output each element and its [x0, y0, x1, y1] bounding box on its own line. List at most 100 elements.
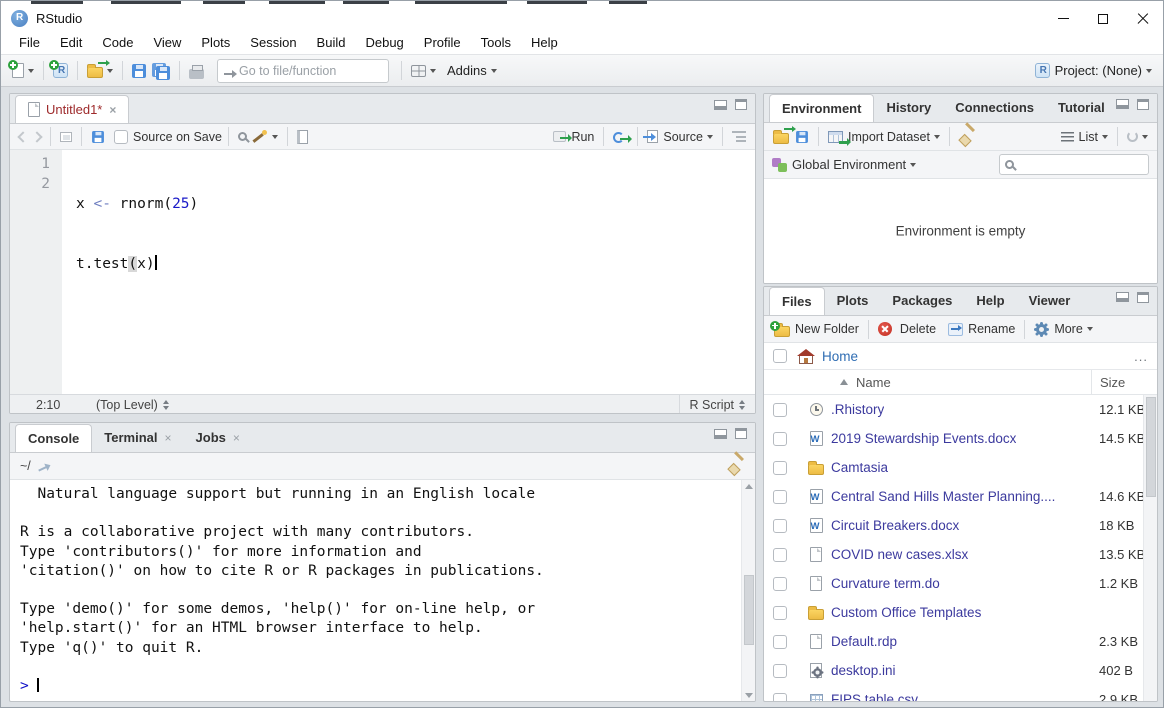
console-scrollbar[interactable] [741, 480, 755, 702]
file-row[interactable]: Default.rdp2.3 KB [764, 627, 1157, 656]
file-row[interactable]: desktop.ini402 B [764, 656, 1157, 685]
tab-help[interactable]: Help [964, 287, 1016, 315]
code-tools-button[interactable] [250, 127, 281, 147]
minimize-pane-icon[interactable] [1116, 292, 1129, 302]
pane-layout-button[interactable] [408, 62, 439, 80]
document-outline-button[interactable] [729, 128, 749, 145]
maximize-pane-icon[interactable] [735, 99, 747, 110]
menu-debug[interactable]: Debug [355, 35, 413, 50]
save-button[interactable] [129, 61, 149, 81]
scrollbar-thumb[interactable] [1146, 397, 1156, 497]
rerun-button[interactable] [610, 127, 631, 146]
tab-untitled1[interactable]: Untitled1* × [15, 95, 129, 124]
load-workspace-button[interactable] [770, 126, 792, 147]
file-checkbox[interactable] [773, 577, 787, 591]
file-row[interactable]: Curvature term.do1.2 KB [764, 569, 1157, 598]
source-button[interactable]: Source [644, 127, 716, 147]
forward-button[interactable] [30, 130, 44, 144]
maximize-pane-icon[interactable] [735, 428, 747, 439]
tab-tutorial[interactable]: Tutorial [1046, 94, 1108, 122]
file-checkbox[interactable] [773, 606, 787, 620]
list-view-button[interactable]: List [1058, 127, 1111, 147]
new-folder-button[interactable]: New Folder [771, 319, 862, 340]
scrollbar-thumb[interactable] [744, 575, 754, 645]
file-row[interactable]: Custom Office Templates [764, 598, 1157, 627]
compile-report-button[interactable] [294, 127, 311, 147]
maximize-button[interactable] [1083, 6, 1123, 31]
scope-selector[interactable]: (Top Level) [96, 398, 171, 412]
minimize-pane-icon[interactable] [714, 100, 727, 110]
tab-console[interactable]: Console [15, 424, 92, 453]
minimize-pane-icon[interactable] [714, 429, 727, 439]
tab-terminal[interactable]: Terminal× [92, 423, 183, 452]
scroll-up-icon[interactable] [745, 484, 753, 489]
addins-button[interactable]: Addins [439, 60, 500, 81]
tab-environment[interactable]: Environment [769, 94, 874, 123]
print-button[interactable] [186, 60, 207, 82]
new-file-button[interactable] [9, 60, 37, 81]
console-prompt-line[interactable]: > [20, 677, 735, 696]
file-row[interactable]: Camtasia [764, 453, 1157, 482]
breadcrumb-home-link[interactable]: Home [822, 349, 858, 364]
file-checkbox[interactable] [773, 635, 787, 649]
environment-search-input[interactable] [1019, 158, 1143, 172]
menu-session[interactable]: Session [240, 35, 306, 50]
file-row[interactable]: 2019 Stewardship Events.docx14.5 KB [764, 424, 1157, 453]
menu-edit[interactable]: Edit [50, 35, 92, 50]
column-name[interactable]: Name [840, 375, 891, 390]
goto-directory-icon[interactable] [34, 458, 48, 474]
tab-jobs[interactable]: Jobs× [184, 423, 252, 452]
tab-plots[interactable]: Plots [825, 287, 881, 315]
import-dataset-button[interactable]: Import Dataset [825, 127, 943, 147]
file-type-selector[interactable]: R Script [679, 395, 747, 414]
goto-file-search[interactable] [217, 59, 389, 83]
project-menu-button[interactable]: Project: (None) [1032, 60, 1155, 81]
files-scrollbar[interactable] [1143, 395, 1157, 702]
file-row[interactable]: .Rhistory12.1 KB [764, 395, 1157, 424]
tab-packages[interactable]: Packages [880, 287, 964, 315]
file-checkbox[interactable] [773, 519, 787, 533]
tab-history[interactable]: History [874, 94, 943, 122]
close-tab-icon[interactable]: × [233, 431, 240, 445]
save-all-button[interactable] [149, 60, 173, 82]
menu-file[interactable]: File [9, 35, 50, 50]
menu-plots[interactable]: Plots [191, 35, 240, 50]
minimize-button[interactable] [1043, 6, 1083, 31]
code-area[interactable]: x <- rnorm(25) t.test(x) [62, 150, 198, 394]
breadcrumb-more-button[interactable]: ... [1134, 349, 1148, 364]
file-row[interactable]: Circuit Breakers.docx18 KB [764, 511, 1157, 540]
find-replace-button[interactable] [235, 129, 250, 144]
goto-file-input[interactable] [239, 64, 382, 78]
menu-view[interactable]: View [143, 35, 191, 50]
code-editor[interactable]: 1 2 x <- rnorm(25) t.test(x) [10, 150, 755, 394]
menu-build[interactable]: Build [307, 35, 356, 50]
file-checkbox[interactable] [773, 664, 787, 678]
close-tab-icon[interactable]: × [165, 431, 172, 445]
maximize-pane-icon[interactable] [1137, 292, 1149, 303]
source-on-save-checkbox[interactable] [114, 130, 128, 144]
minimize-pane-icon[interactable] [1116, 99, 1129, 109]
close-tab-icon[interactable]: × [109, 103, 116, 117]
file-checkbox[interactable] [773, 490, 787, 504]
menu-tools[interactable]: Tools [471, 35, 521, 50]
file-checkbox[interactable] [773, 403, 787, 417]
menu-profile[interactable]: Profile [414, 35, 471, 50]
more-button[interactable]: More [1031, 319, 1095, 340]
save-source-button[interactable] [88, 127, 108, 147]
menu-code[interactable]: Code [92, 35, 143, 50]
column-size[interactable]: Size [1091, 370, 1157, 394]
file-checkbox[interactable] [773, 548, 787, 562]
tab-connections[interactable]: Connections [943, 94, 1046, 122]
file-row[interactable]: FIPS table.csv2.9 KB [764, 685, 1157, 702]
file-checkbox[interactable] [773, 432, 787, 446]
refresh-button[interactable] [1124, 128, 1151, 145]
clear-environment-button[interactable] [956, 126, 979, 148]
new-project-button[interactable] [50, 60, 71, 81]
open-in-new-window-button[interactable] [57, 129, 75, 145]
run-button[interactable]: Run [550, 127, 597, 147]
open-file-button[interactable] [84, 60, 116, 81]
menu-help[interactable]: Help [521, 35, 568, 50]
global-environment-selector[interactable]: Global Environment [792, 157, 906, 172]
file-row[interactable]: Central Sand Hills Master Planning....14… [764, 482, 1157, 511]
scroll-down-icon[interactable] [745, 693, 753, 698]
